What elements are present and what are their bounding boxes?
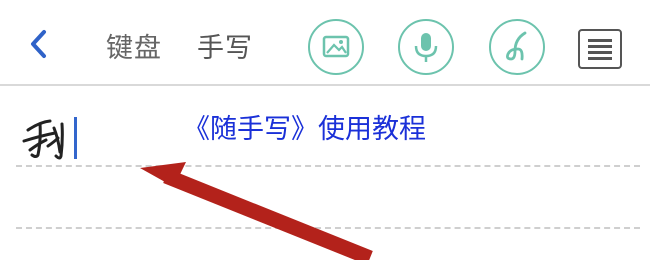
pointer-arrow	[140, 162, 373, 260]
